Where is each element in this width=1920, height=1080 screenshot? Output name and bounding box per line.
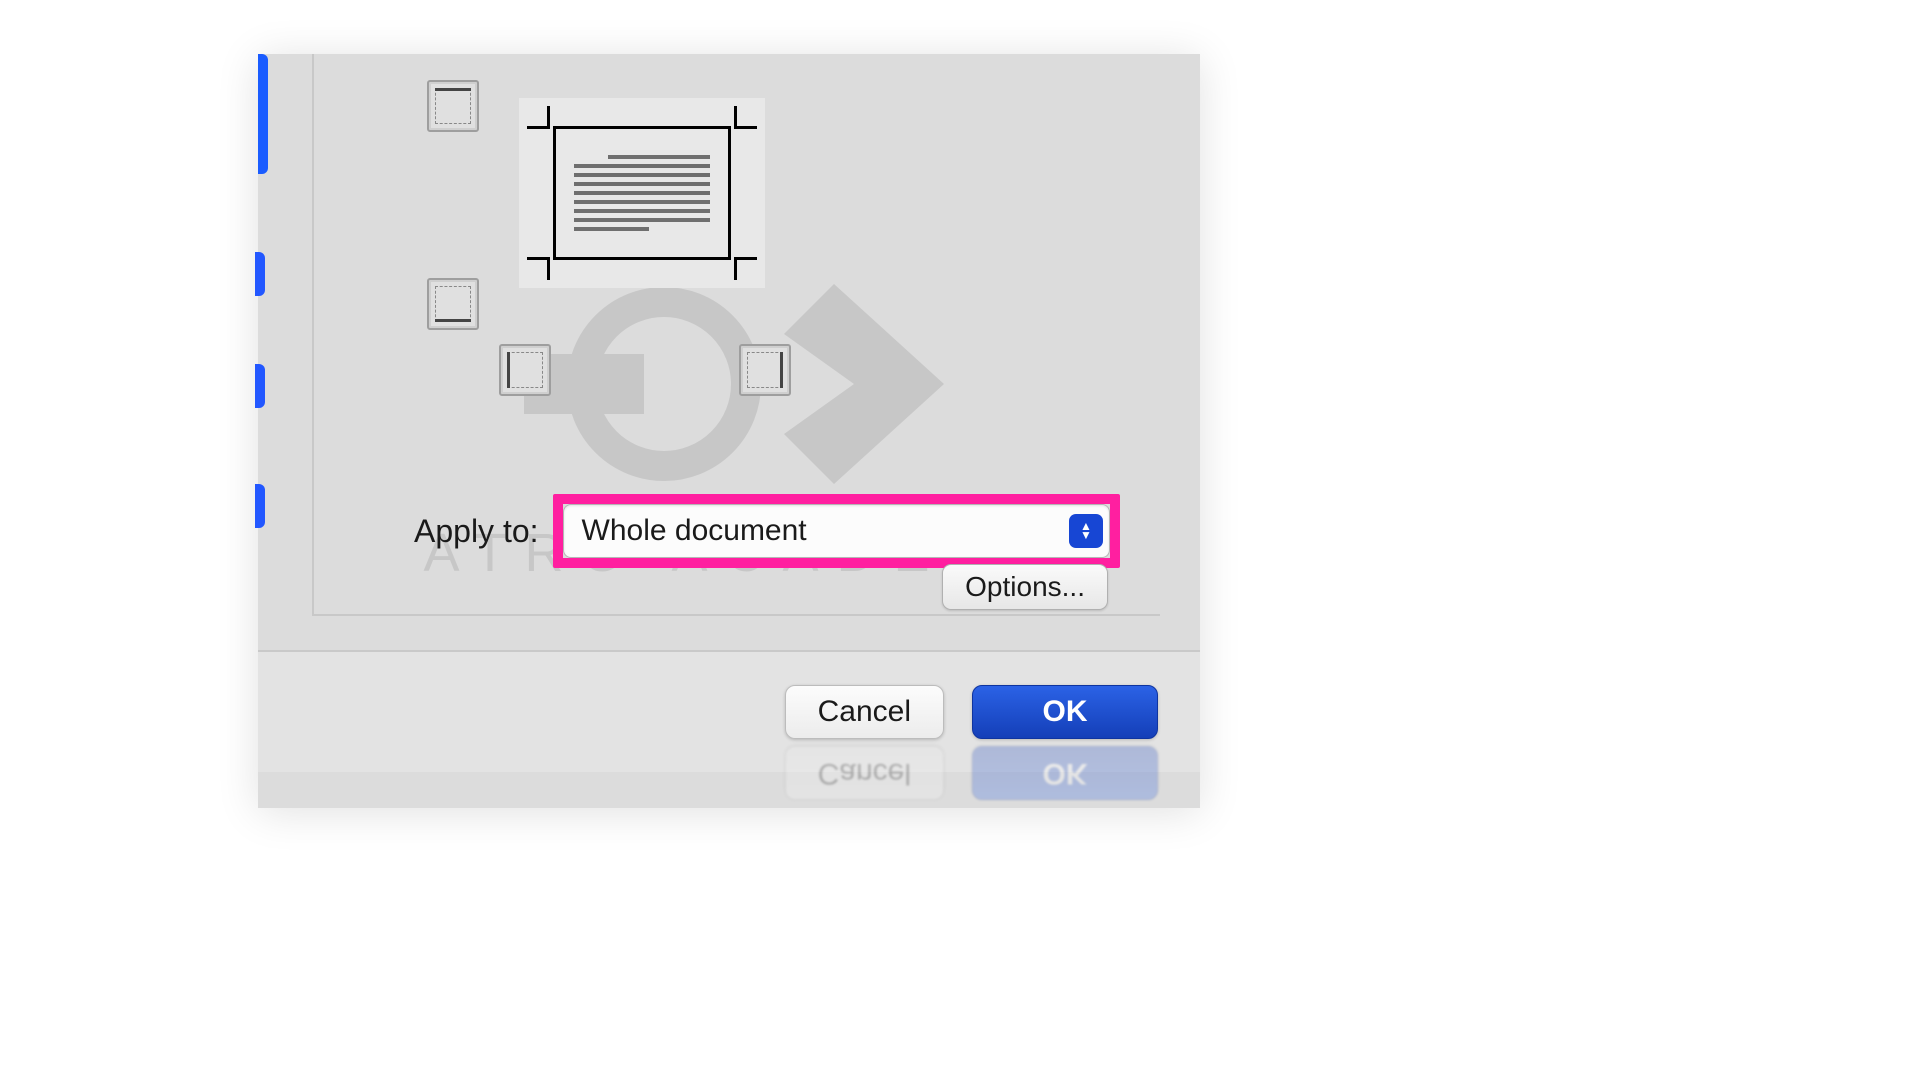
side-tab[interactable] <box>255 252 265 296</box>
crop-mark-icon <box>527 257 550 280</box>
select-stepper-icon: ▲▼ <box>1069 514 1103 548</box>
cancel-button[interactable]: Cancel <box>785 685 944 739</box>
page-preview <box>519 98 765 288</box>
ok-button[interactable]: OK <box>972 685 1158 739</box>
apply-to-select[interactable]: Whole document ▲▼ <box>563 504 1110 558</box>
crop-mark-icon <box>734 106 757 129</box>
tab-strip-active[interactable] <box>258 54 268 174</box>
side-tab[interactable] <box>255 484 265 528</box>
options-label: Options... <box>965 571 1085 603</box>
crop-mark-icon <box>527 106 550 129</box>
apply-to-label: Apply to: <box>414 513 539 550</box>
cancel-label: Cancel <box>818 695 911 729</box>
apply-to-row: Apply to: Whole document ▲▼ <box>414 494 1120 568</box>
border-right-toggle[interactable] <box>739 344 791 396</box>
apply-to-value: Whole document <box>582 514 1069 548</box>
crop-mark-icon <box>734 257 757 280</box>
border-top-toggle[interactable] <box>427 80 479 132</box>
ok-label: OK <box>1043 695 1088 729</box>
side-tab[interactable] <box>255 364 265 408</box>
reflection-decoration: Cancel OK <box>258 738 1200 808</box>
dialog-panel: ATRO ACADEMY Apply to: Whole document <box>258 54 1200 808</box>
highlight-annotation: Whole document ▲▼ <box>553 494 1120 568</box>
page-icon <box>553 126 731 260</box>
border-left-toggle[interactable] <box>499 344 551 396</box>
options-button[interactable]: Options... <box>942 564 1108 610</box>
border-bottom-toggle[interactable] <box>427 278 479 330</box>
preview-area: Apply to: Whole document ▲▼ Options... <box>312 54 1160 616</box>
